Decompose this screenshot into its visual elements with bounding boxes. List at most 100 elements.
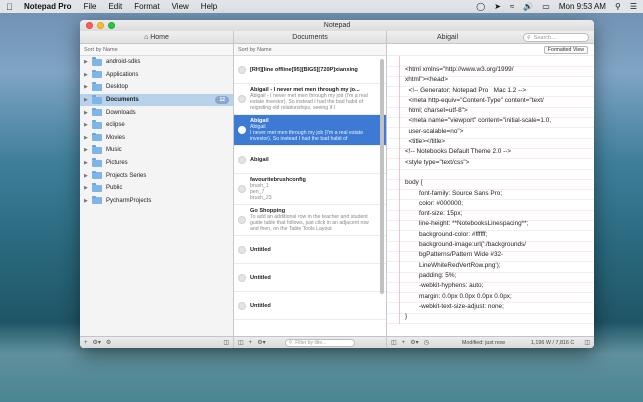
history-clock-icon[interactable]: ◷	[424, 339, 429, 346]
note-item[interactable]: [RH][line offline[95][BIG5][720P]xianxin…	[234, 56, 386, 84]
note-status-circle-icon[interactable]	[238, 95, 246, 103]
disclosure-arrow-icon[interactable]: ▶	[84, 110, 92, 116]
disclosure-arrow-icon[interactable]: ▶	[84, 147, 92, 153]
disclosure-arrow-icon[interactable]: ▶	[84, 135, 92, 141]
title-bar[interactable]: Notepad	[80, 20, 594, 31]
note-item[interactable]: Untitled	[234, 264, 386, 292]
search-icon[interactable]: ⚲	[615, 2, 621, 11]
disclosure-arrow-icon[interactable]: ▶	[84, 59, 92, 65]
folder-options-icon[interactable]: ⚙▾	[93, 339, 101, 346]
note-item[interactable]: Abigail	[234, 146, 386, 174]
editor-header: Abigail ⚲ Search...	[387, 31, 594, 44]
disclosure-arrow-icon[interactable]: ▶	[84, 84, 92, 90]
menu-file[interactable]: File	[84, 2, 97, 11]
code-line: html; charset=utf-8">	[405, 107, 468, 115]
folder-item[interactable]: ▶ Desktop	[80, 81, 233, 94]
apple-menu-icon[interactable]: 	[6, 2, 16, 12]
disclosure-arrow-icon[interactable]: ▶	[84, 173, 92, 179]
toggle-sidebar-icon[interactable]: ◫	[223, 339, 229, 346]
menu-app-name[interactable]: Notepad Pro	[24, 2, 72, 11]
add-note-icon[interactable]: +	[249, 340, 253, 346]
note-item[interactable]: Untitled	[234, 292, 386, 320]
battery-icon[interactable]: ▭	[542, 2, 550, 11]
folder-item[interactable]: ▶ Pictures	[80, 157, 233, 170]
code-line: background-image:url(':/backgrounds/	[419, 241, 527, 249]
code-editor[interactable]: <html xmlns="http://www.w3.org/1999/xhtm…	[387, 56, 594, 324]
minimize-window-button[interactable]	[97, 22, 104, 29]
folder-item[interactable]: ▶ Projects Series	[80, 169, 233, 182]
folders-sort-label[interactable]: Sort by Name	[80, 44, 233, 56]
code-line: <!-- Generator: Notepad Pro Mac 1.2 -->	[405, 86, 527, 94]
folder-list: ▶ android-sdks ▶ Applications ▶ Desktop ▶ Docum…	[80, 56, 233, 207]
search-placeholder: Search...	[533, 34, 556, 41]
folder-icon	[92, 158, 102, 167]
disclosure-arrow-icon[interactable]: ▶	[84, 198, 92, 204]
editor-add-icon[interactable]: +	[402, 340, 406, 346]
folder-label: Movies	[106, 134, 126, 141]
note-item[interactable]: Untitled	[234, 236, 386, 264]
notification-icon[interactable]: ◯	[476, 2, 485, 11]
formatted-view-button[interactable]: Formatted View	[543, 46, 588, 54]
list-icon[interactable]: ☰	[630, 2, 637, 11]
note-item[interactable]: Abigail - I never met men through my jo.…	[234, 84, 386, 115]
cursor-icon[interactable]: ➤	[494, 2, 501, 11]
note-status-circle-icon[interactable]	[238, 216, 246, 224]
add-folder-icon[interactable]: +	[84, 340, 88, 346]
close-window-button[interactable]	[86, 22, 93, 29]
wifi-icon[interactable]: ≈	[510, 2, 514, 11]
editor-footer: ◫ + ⚙▾ ◷ Modified: just now 1,196 W / 7,…	[387, 336, 594, 348]
menu-help[interactable]: Help	[201, 2, 217, 11]
note-item[interactable]: Abigail Abigail I never met men through m…	[234, 115, 386, 146]
code-line: line-height: **NotebooksLinespacing**;	[419, 220, 529, 228]
note-options-icon[interactable]: ⚙▾	[257, 339, 265, 346]
menu-clock[interactable]: Mon 9:53 AM	[559, 2, 606, 11]
toggle-fullscreen-icon[interactable]: ◫	[584, 339, 590, 346]
folder-item[interactable]: ▶ android-sdks	[80, 56, 233, 69]
note-title-text: Untitled	[250, 246, 271, 253]
folder-item[interactable]: ▶ Applications	[80, 69, 233, 82]
disclosure-arrow-icon[interactable]: ▶	[84, 160, 92, 166]
folder-item[interactable]: ▶ Public	[80, 182, 233, 195]
folder-item[interactable]: ▶ eclipse	[80, 119, 233, 132]
folder-icon	[92, 120, 102, 129]
notes-sort-label[interactable]: Sort by Name	[234, 44, 386, 56]
folder-label: Pictures	[106, 160, 128, 167]
folders-header[interactable]: ⌂ Home	[80, 31, 233, 44]
code-line: <meta http-equiv="Content-Type" content=…	[405, 96, 544, 104]
search-input[interactable]: ⚲ Search...	[523, 33, 589, 42]
toggle-folders-icon[interactable]: ◫	[238, 339, 244, 346]
folder-item[interactable]: ▶ Music	[80, 144, 233, 157]
note-status-circle-icon[interactable]	[238, 155, 246, 164]
disclosure-arrow-icon[interactable]: ▶	[84, 185, 92, 191]
menu-format[interactable]: Format	[134, 2, 159, 11]
folder-item[interactable]: ▶ Downloads	[80, 106, 233, 119]
toggle-notes-icon[interactable]: ◫	[391, 339, 397, 346]
editor-options-icon[interactable]: ⚙▾	[410, 339, 418, 346]
note-status-circle-icon[interactable]	[238, 301, 246, 310]
note-status-circle-icon[interactable]	[238, 126, 246, 134]
menu-view[interactable]: View	[172, 2, 189, 11]
search-field-icon: ⚲	[527, 34, 531, 41]
folder-item[interactable]: ▶ PycharmProjects	[80, 195, 233, 208]
note-status-circle-icon[interactable]	[238, 185, 246, 193]
note-status-circle-icon[interactable]	[238, 273, 246, 282]
disclosure-arrow-icon[interactable]: ▶	[84, 122, 92, 128]
volume-icon[interactable]: 🔊	[523, 2, 533, 11]
note-item[interactable]: Go Shopping To add an additional row in t…	[234, 205, 386, 236]
note-status-circle-icon[interactable]	[238, 65, 246, 74]
settings-gear-icon[interactable]: ⚙	[106, 339, 111, 346]
menu-edit[interactable]: Edit	[108, 2, 122, 11]
code-line: color: #000000;	[419, 199, 464, 207]
notes-scrollbar[interactable]	[380, 59, 384, 294]
folder-item[interactable]: ▶ Movies	[80, 132, 233, 145]
folder-item[interactable]: ▶ Documents 12	[80, 93, 233, 107]
disclosure-arrow-icon[interactable]: ▶	[84, 97, 92, 103]
folder-label: Projects Series	[106, 172, 147, 179]
note-item[interactable]: favouritebrushconfig brush_1 pen_7 brush_…	[234, 174, 386, 205]
disclosure-arrow-icon[interactable]: ▶	[84, 72, 92, 78]
menu-extras: ◯ ➤ ≈ 🔊 ▭ Mon 9:53 AM ⚲ ☰	[476, 2, 637, 11]
folder-icon	[92, 183, 102, 192]
zoom-window-button[interactable]	[108, 22, 115, 29]
note-status-circle-icon[interactable]	[238, 245, 246, 254]
filter-input[interactable]: ⚲ Filter by title...	[284, 338, 355, 347]
